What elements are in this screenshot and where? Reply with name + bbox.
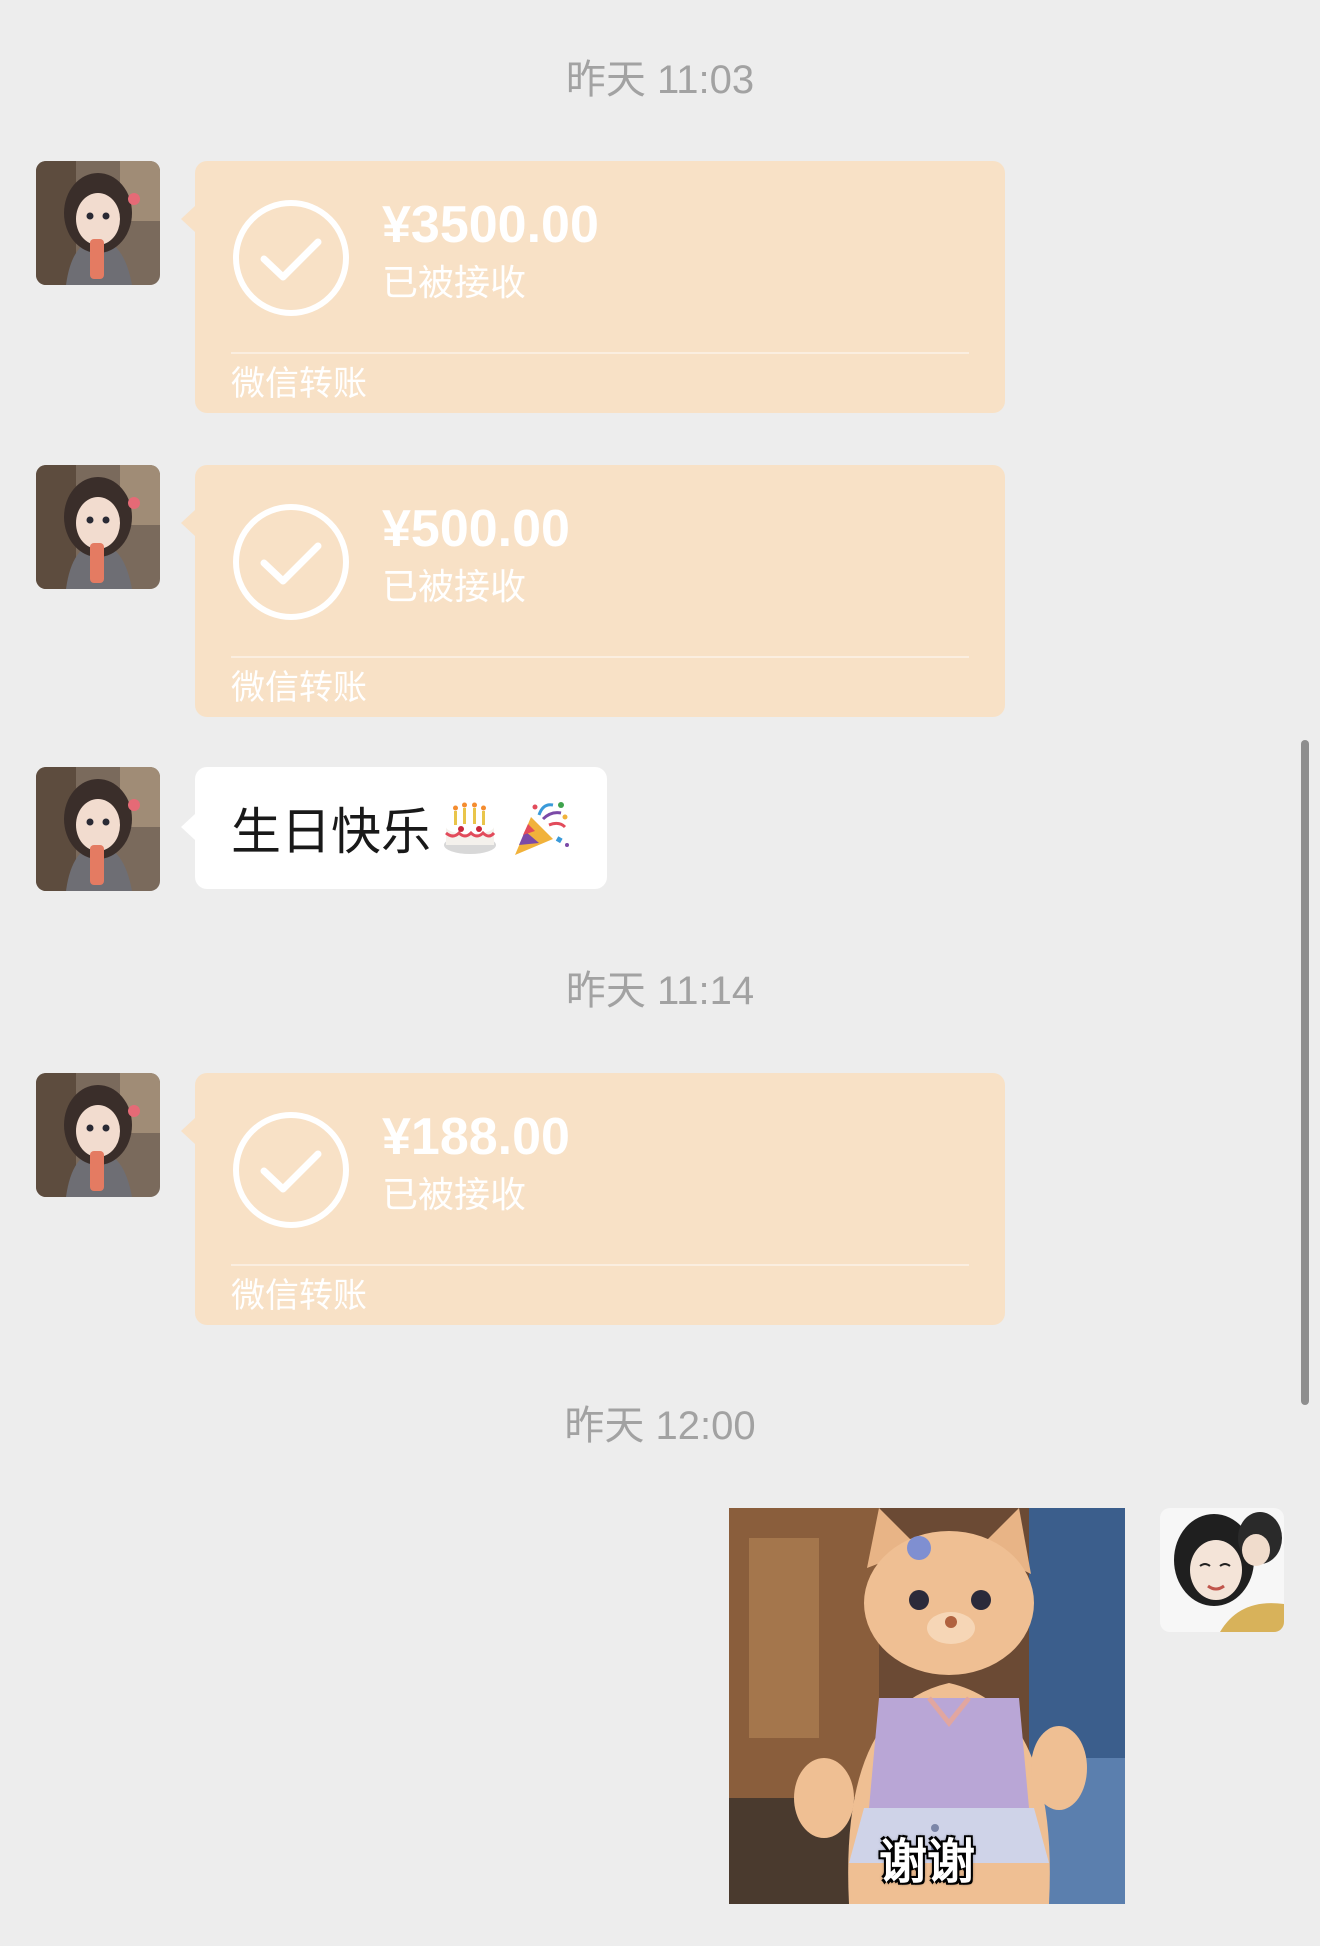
scrollbar[interactable]	[1301, 740, 1309, 1405]
message-text: 生日快乐	[231, 804, 431, 860]
bubble-tail	[181, 510, 195, 536]
check-circle-icon	[233, 1112, 349, 1228]
transfer-card[interactable]: ¥188.00 已被接收 微信转账	[195, 1073, 1005, 1325]
transfer-card[interactable]: ¥3500.00 已被接收 微信转账	[195, 161, 1005, 413]
transfer-amount: ¥500.00	[382, 500, 570, 558]
sender-avatar[interactable]	[36, 1073, 160, 1197]
sender-avatar[interactable]	[36, 161, 160, 285]
transfer-amount: ¥3500.00	[382, 196, 599, 254]
timestamp: 昨天 11:14	[565, 969, 755, 1013]
transfer-status: 已被接收	[382, 566, 527, 607]
transfer-status: 已被接收	[382, 1174, 527, 1215]
transfer-card[interactable]: ¥500.00 已被接收 微信转账	[195, 465, 1005, 717]
bubble-tail	[181, 1118, 195, 1144]
bubble-tail	[181, 814, 195, 840]
timestamp: 昨天 11:03	[565, 58, 755, 102]
transfer-label: 微信转账	[231, 365, 367, 403]
divider	[231, 656, 969, 658]
birthday-cake-icon	[444, 802, 496, 854]
sticker-caption: 谢谢	[878, 1836, 975, 1889]
timestamp: 昨天 12:00	[564, 1404, 756, 1448]
sticker-message[interactable]: 谢谢	[729, 1508, 1125, 1904]
divider	[231, 1264, 969, 1266]
bubble-tail	[181, 206, 195, 232]
transfer-label: 微信转账	[231, 669, 367, 707]
transfer-label: 微信转账	[231, 1277, 367, 1315]
check-circle-icon	[233, 504, 349, 620]
text-message[interactable]: 生日快乐	[195, 767, 607, 889]
sender-avatar[interactable]	[36, 465, 160, 589]
divider	[231, 352, 969, 354]
my-avatar[interactable]	[1160, 1508, 1284, 1632]
check-circle-icon	[233, 200, 349, 316]
transfer-status: 已被接收	[382, 262, 527, 303]
transfer-amount: ¥188.00	[382, 1108, 570, 1166]
party-popper-icon	[515, 802, 569, 855]
sender-avatar[interactable]	[36, 767, 160, 891]
